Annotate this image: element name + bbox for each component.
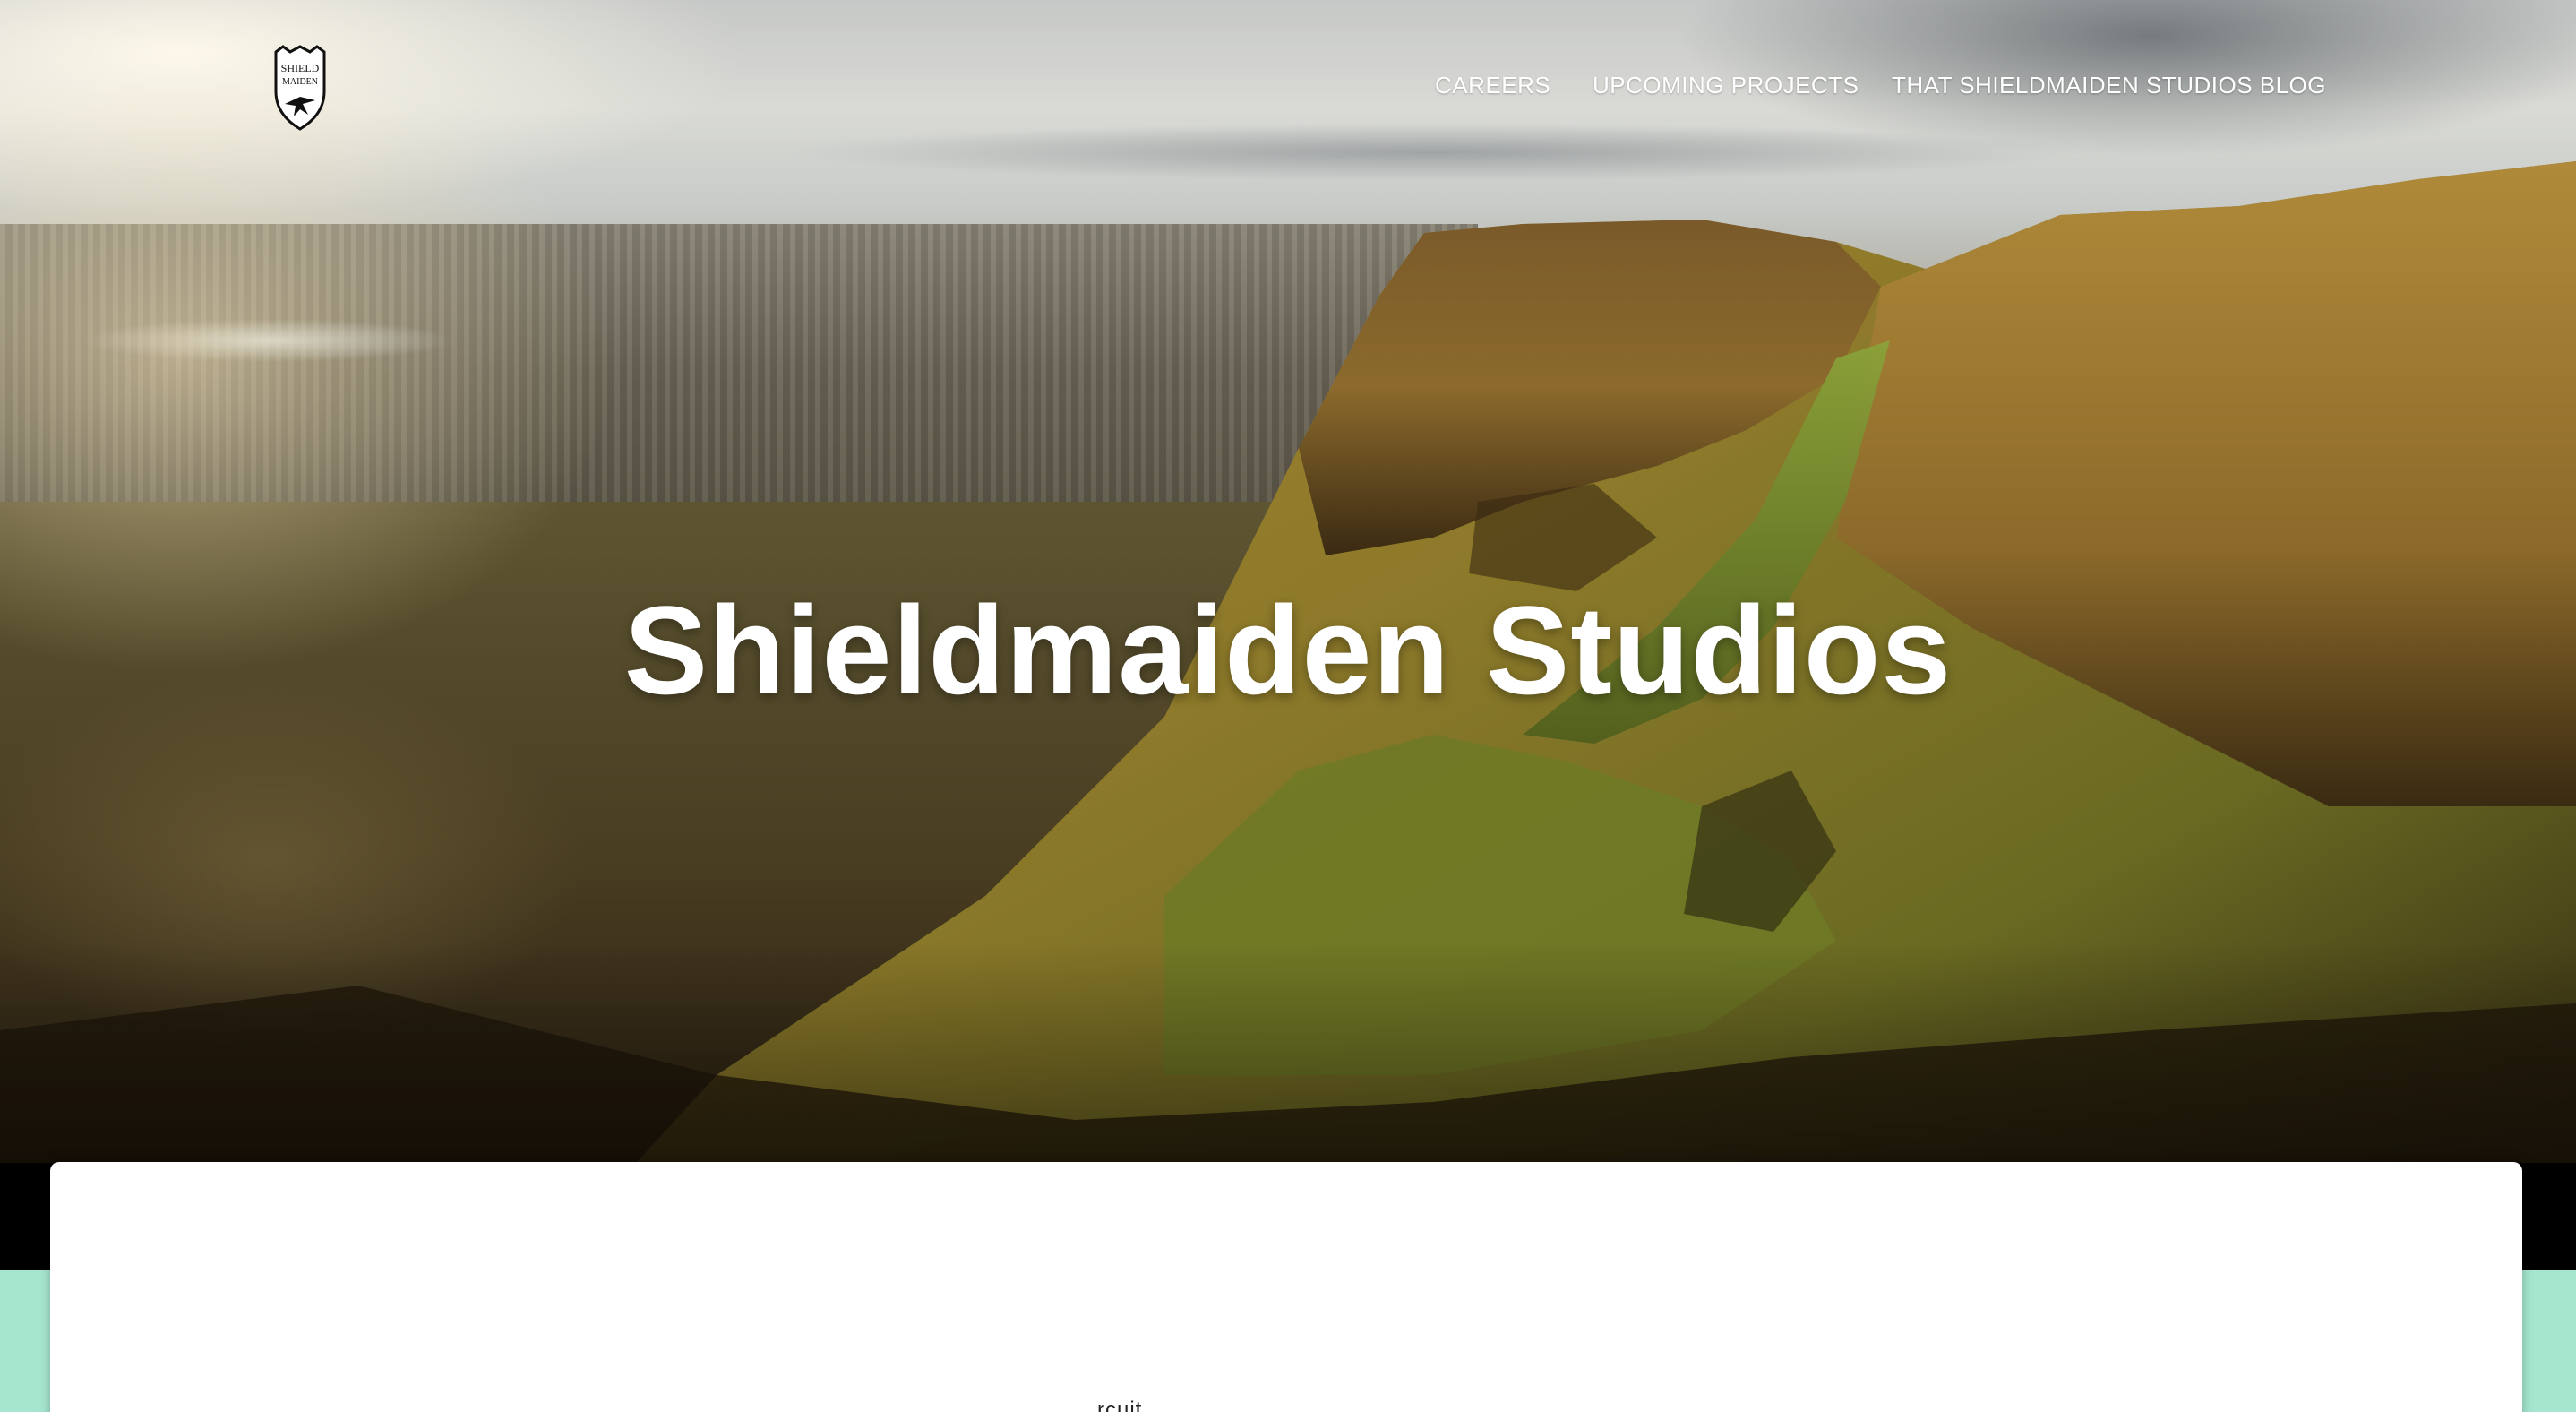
hero-title: Shieldmaiden Studios bbox=[623, 580, 1953, 720]
nav-upcoming-projects-link[interactable]: UPCOMING PROJECTS bbox=[1593, 72, 1859, 99]
hero-sun-glare bbox=[0, 90, 1075, 896]
page: SHIELD MAIDEN CAREERS UPCOMING PROJECTS … bbox=[0, 0, 2576, 1412]
nav-blog-link[interactable]: THAT SHIELDMAIDEN STUDIOS BLOG bbox=[1892, 72, 2326, 99]
shield-bird-icon[interactable]: SHIELD MAIDEN bbox=[270, 45, 330, 131]
content-card bbox=[50, 1162, 2522, 1412]
logo-text-top: SHIELD bbox=[281, 62, 320, 74]
card-peek-text: rcuit bbox=[1097, 1398, 1143, 1412]
logo-text-bottom: MAIDEN bbox=[282, 77, 318, 87]
nav-careers-link[interactable]: CAREERS bbox=[1435, 72, 1550, 99]
